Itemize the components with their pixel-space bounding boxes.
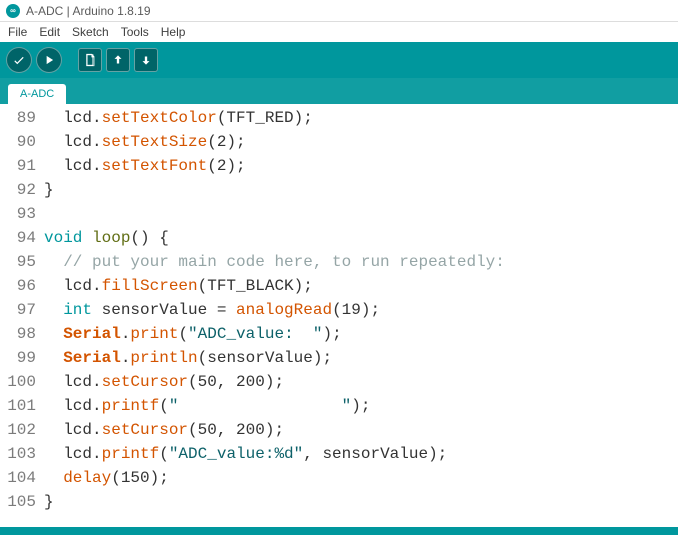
toolbar (0, 42, 678, 78)
arrow-down-icon (139, 53, 153, 67)
line-number: 105 (0, 490, 44, 514)
code-line[interactable]: 104 delay(150); (0, 466, 678, 490)
code-content[interactable]: } (44, 178, 678, 202)
line-number: 97 (0, 298, 44, 322)
line-number: 104 (0, 466, 44, 490)
code-content[interactable]: lcd.setCursor(50, 200); (44, 370, 678, 394)
line-number: 95 (0, 250, 44, 274)
arduino-app-icon: ∞ (6, 4, 20, 18)
code-content[interactable]: lcd.setTextSize(2); (44, 130, 678, 154)
line-number: 103 (0, 442, 44, 466)
window-title: A-ADC | Arduino 1.8.19 (26, 4, 151, 18)
line-number: 99 (0, 346, 44, 370)
code-line[interactable]: 92} (0, 178, 678, 202)
line-number: 89 (0, 106, 44, 130)
code-editor[interactable]: 89 lcd.setTextColor(TFT_RED);90 lcd.setT… (0, 104, 678, 527)
line-number: 100 (0, 370, 44, 394)
code-content[interactable]: lcd.printf(" "); (44, 394, 678, 418)
menu-help[interactable]: Help (155, 23, 192, 41)
code-line[interactable]: 103 lcd.printf("ADC_value:%d", sensorVal… (0, 442, 678, 466)
code-line[interactable]: 94void loop() { (0, 226, 678, 250)
code-line[interactable]: 89 lcd.setTextColor(TFT_RED); (0, 106, 678, 130)
code-line[interactable]: 102 lcd.setCursor(50, 200); (0, 418, 678, 442)
code-line[interactable]: 101 lcd.printf(" "); (0, 394, 678, 418)
code-content[interactable]: // put your main code here, to run repea… (44, 250, 678, 274)
tab-strip: A-ADC (0, 78, 678, 104)
line-number: 101 (0, 394, 44, 418)
verify-button[interactable] (6, 47, 32, 73)
sketch-tab[interactable]: A-ADC (8, 84, 66, 104)
line-number: 92 (0, 178, 44, 202)
code-content[interactable] (44, 202, 678, 226)
arrow-right-icon (42, 53, 56, 67)
line-number: 94 (0, 226, 44, 250)
menu-edit[interactable]: Edit (33, 23, 66, 41)
code-line[interactable]: 96 lcd.fillScreen(TFT_BLACK); (0, 274, 678, 298)
code-content[interactable]: delay(150); (44, 466, 678, 490)
code-line[interactable]: 90 lcd.setTextSize(2); (0, 130, 678, 154)
code-content[interactable]: int sensorValue = analogRead(19); (44, 298, 678, 322)
code-line[interactable]: 91 lcd.setTextFont(2); (0, 154, 678, 178)
status-bar (0, 527, 678, 535)
open-sketch-button[interactable] (106, 48, 130, 72)
line-number: 91 (0, 154, 44, 178)
check-icon (12, 53, 26, 67)
upload-button[interactable] (36, 47, 62, 73)
menu-tools[interactable]: Tools (115, 23, 155, 41)
menu-file[interactable]: File (2, 23, 33, 41)
code-line[interactable]: 98 Serial.print("ADC_value: "); (0, 322, 678, 346)
line-number: 98 (0, 322, 44, 346)
line-number: 93 (0, 202, 44, 226)
code-content[interactable]: lcd.fillScreen(TFT_BLACK); (44, 274, 678, 298)
line-number: 102 (0, 418, 44, 442)
code-line[interactable]: 97 int sensorValue = analogRead(19); (0, 298, 678, 322)
line-number: 90 (0, 130, 44, 154)
new-sketch-button[interactable] (78, 48, 102, 72)
code-content[interactable]: } (44, 490, 678, 514)
code-line[interactable]: 100 lcd.setCursor(50, 200); (0, 370, 678, 394)
code-line[interactable]: 99 Serial.println(sensorValue); (0, 346, 678, 370)
code-content[interactable]: lcd.setCursor(50, 200); (44, 418, 678, 442)
line-number: 96 (0, 274, 44, 298)
title-bar: ∞ A-ADC | Arduino 1.8.19 (0, 0, 678, 22)
save-sketch-button[interactable] (134, 48, 158, 72)
file-icon (83, 53, 97, 67)
code-content[interactable]: lcd.setTextFont(2); (44, 154, 678, 178)
code-content[interactable]: void loop() { (44, 226, 678, 250)
code-content[interactable]: lcd.printf("ADC_value:%d", sensorValue); (44, 442, 678, 466)
code-line[interactable]: 105} (0, 490, 678, 514)
code-line[interactable]: 95 // put your main code here, to run re… (0, 250, 678, 274)
code-content[interactable]: Serial.print("ADC_value: "); (44, 322, 678, 346)
code-line[interactable]: 93 (0, 202, 678, 226)
code-content[interactable]: Serial.println(sensorValue); (44, 346, 678, 370)
menu-sketch[interactable]: Sketch (66, 23, 115, 41)
menu-bar: File Edit Sketch Tools Help (0, 22, 678, 42)
code-content[interactable]: lcd.setTextColor(TFT_RED); (44, 106, 678, 130)
arrow-up-icon (111, 53, 125, 67)
